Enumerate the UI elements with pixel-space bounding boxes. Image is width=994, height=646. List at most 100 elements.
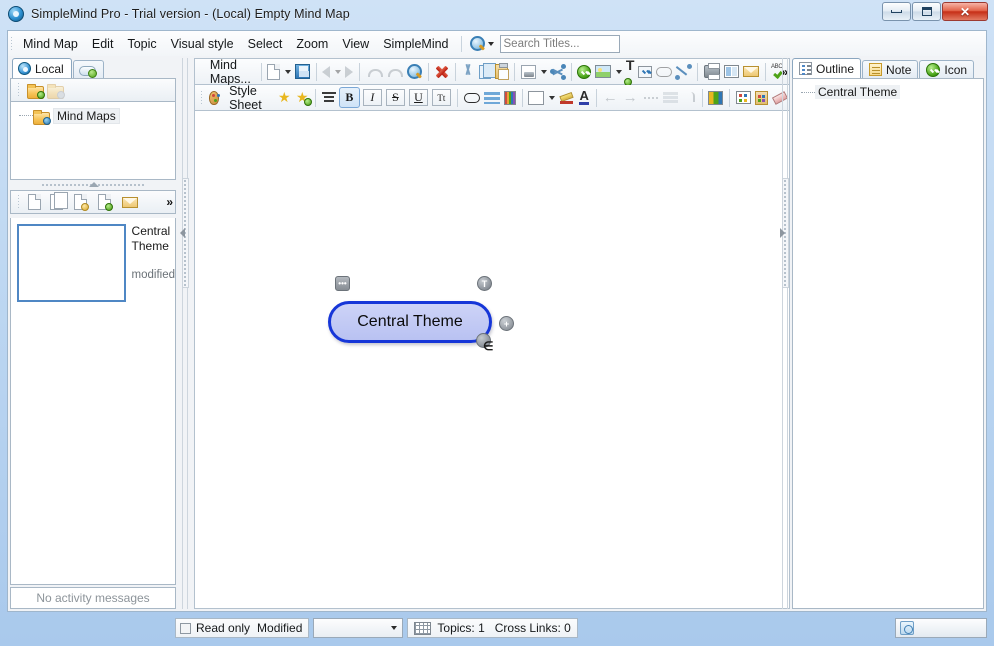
delete-button[interactable] <box>433 61 450 82</box>
italic-button[interactable]: I <box>362 87 383 108</box>
right-vertical-splitter[interactable] <box>778 58 792 609</box>
palette-grid-button[interactable] <box>735 87 752 108</box>
underline-button[interactable]: U <box>408 87 429 108</box>
node-add-child-handle[interactable]: + <box>499 316 514 331</box>
file-thumbnail[interactable] <box>17 224 126 302</box>
style-select[interactable] <box>313 618 404 638</box>
strikethrough-button[interactable]: S <box>385 87 406 108</box>
splitter-collapse-arrow-icon[interactable] <box>780 228 785 238</box>
main-toolbar-grip[interactable] <box>200 63 201 80</box>
search-scope-button[interactable] <box>467 35 496 52</box>
new-file-button[interactable] <box>28 194 41 210</box>
search-input[interactable]: Search Titles... <box>499 34 620 53</box>
node-text-handle[interactable]: T <box>477 276 492 291</box>
menu-select[interactable]: Select <box>241 34 290 54</box>
find-button[interactable] <box>405 61 423 82</box>
email-button[interactable] <box>742 61 760 82</box>
checkbox-button[interactable] <box>637 61 653 82</box>
favorite-style-button[interactable]: ★ <box>276 87 292 108</box>
list-item[interactable]: Central Theme modified <box>17 224 175 302</box>
mindmaps-tree[interactable]: Mind Maps <box>10 102 176 180</box>
fill-color-button[interactable] <box>527 87 545 108</box>
left-triangle-icon <box>322 65 331 78</box>
maximize-button[interactable] <box>912 2 941 21</box>
color-grid-button[interactable] <box>707 87 724 108</box>
mail-file-button[interactable] <box>122 196 138 208</box>
insert-image-button[interactable] <box>594 61 612 82</box>
tab-note-label: Note <box>886 62 912 77</box>
outline-panel[interactable]: Central Theme <box>792 78 984 609</box>
cut-button[interactable] <box>460 61 476 82</box>
left-vertical-splitter[interactable] <box>178 58 192 609</box>
style-sheet-button[interactable]: Style Sheet <box>223 84 275 112</box>
menu-visual-style[interactable]: Visual style <box>164 34 241 54</box>
menu-topic[interactable]: Topic <box>120 34 163 54</box>
chevron-double-right-icon[interactable]: » <box>166 195 173 209</box>
font-color-button[interactable]: A <box>577 87 591 108</box>
menu-zoom[interactable]: Zoom <box>289 34 335 54</box>
tree-node-mind-maps[interactable]: Mind Maps <box>33 108 171 125</box>
clipboard-colors-icon <box>754 90 768 105</box>
paste-button[interactable] <box>494 61 510 82</box>
fill-color-dropdown[interactable] <box>547 87 556 108</box>
save-button[interactable] <box>294 61 311 82</box>
mindmap-node-central-theme[interactable]: Central Theme <box>328 301 492 343</box>
mindmaps-menu-button[interactable]: Mind Maps... <box>204 58 257 86</box>
folder-icon <box>33 109 51 125</box>
duplicate-file-button[interactable] <box>50 192 68 210</box>
zoom-preview-cell[interactable] <box>895 618 987 638</box>
tab-local[interactable]: Local <box>12 58 72 78</box>
font-size-button[interactable]: Tt <box>431 87 452 108</box>
simplemind-logo-icon <box>8 6 24 22</box>
menu-simplemind[interactable]: SimpleMind <box>376 34 455 54</box>
folder-add-icon[interactable] <box>27 83 45 99</box>
node-menu-handle[interactable] <box>335 276 350 291</box>
insert-image-dropdown[interactable] <box>614 61 623 82</box>
tree-toolbar-grip[interactable] <box>17 82 20 98</box>
layout-button[interactable] <box>723 61 740 82</box>
menu-mind-map[interactable]: Mind Map <box>16 34 85 54</box>
clipboard-colors-button[interactable] <box>754 87 769 108</box>
close-button[interactable]: ✕ <box>942 2 988 21</box>
style-toolbar-grip[interactable] <box>200 89 202 106</box>
tab-outline[interactable]: Outline <box>792 58 862 78</box>
highlighter-button[interactable] <box>558 87 575 108</box>
menu-edit[interactable]: Edit <box>85 34 121 54</box>
menu-view[interactable]: View <box>335 34 376 54</box>
line-style-button[interactable] <box>483 87 501 108</box>
tab-cloud[interactable] <box>72 60 104 78</box>
grid-icon[interactable] <box>414 621 432 635</box>
read-only-checkbox[interactable] <box>180 622 191 634</box>
bold-button[interactable]: B <box>338 87 360 108</box>
mindmap-canvas[interactable]: T Central Theme + ∈ <box>194 111 790 609</box>
tab-note[interactable]: Note <box>862 60 919 78</box>
menu-grip[interactable] <box>10 35 13 52</box>
node-collapse-icon[interactable]: ∈ <box>483 339 493 353</box>
splitter-collapse-arrow-icon[interactable] <box>180 228 185 238</box>
minimize-button[interactable] <box>882 2 911 21</box>
border-shape-button[interactable] <box>463 87 481 108</box>
align-button[interactable] <box>321 87 337 108</box>
left-horizontal-splitter[interactable] <box>10 180 176 190</box>
import-file-button[interactable] <box>74 194 89 211</box>
color-bars-button[interactable] <box>503 87 517 108</box>
copy-button[interactable] <box>478 61 497 82</box>
new-mindmap-button[interactable] <box>266 61 281 82</box>
export-dropdown-button[interactable] <box>539 61 548 82</box>
read-only-cell: Read only Modified <box>175 618 310 638</box>
checkmark-button[interactable] <box>576 61 592 82</box>
crosslink-button[interactable] <box>675 61 693 82</box>
text-add-icon: T <box>623 58 634 86</box>
add-text-button[interactable]: T <box>623 58 636 86</box>
splitter-grip <box>41 182 145 188</box>
tab-icon[interactable]: Icon <box>919 60 975 78</box>
export-button[interactable] <box>520 61 537 82</box>
file-toolbar-grip[interactable] <box>17 194 20 210</box>
list-item[interactable]: Central Theme <box>801 85 983 99</box>
share-button[interactable] <box>549 61 566 82</box>
print-button[interactable] <box>703 61 721 82</box>
export-file-button[interactable] <box>98 194 113 211</box>
file-list[interactable]: Central Theme modified <box>10 218 176 585</box>
add-favorite-style-button[interactable]: ★ <box>294 87 313 108</box>
new-mindmap-dropdown[interactable] <box>283 61 292 82</box>
